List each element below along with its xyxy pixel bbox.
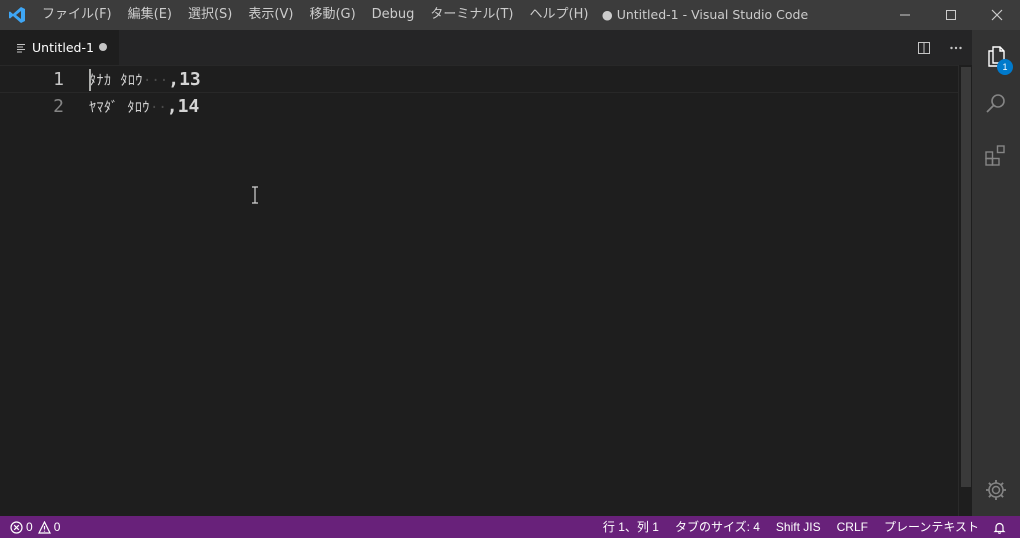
editor-actions (908, 30, 972, 65)
code-line[interactable]: 2 ﾔﾏﾀﾞ ﾀﾛｳ··,14 (0, 93, 958, 121)
warning-count: 0 (53, 520, 61, 534)
menu-selection[interactable]: 選択(S) (180, 0, 240, 30)
end-of-line[interactable]: CRLF (829, 516, 876, 538)
minimize-button[interactable] (882, 0, 928, 30)
error-icon (10, 520, 23, 534)
search-icon (986, 94, 1005, 113)
menu-terminal[interactable]: ターミナル(T) (422, 0, 521, 30)
error-count: 0 (26, 520, 33, 534)
extensions-button[interactable] (972, 131, 1020, 179)
split-editor-button[interactable] (908, 30, 940, 65)
line-trailing-text: ,13 (168, 69, 201, 90)
status-right: 行 1、列 1 タブのサイズ: 4 Shift JIS CRLF プレーンテキス… (595, 516, 1020, 538)
text-cursor (89, 69, 91, 91)
notifications-button[interactable] (987, 516, 1020, 538)
menu-bar: ファイル(F) 編集(E) 選択(S) 表示(V) 移動(G) Debug ター… (34, 0, 596, 30)
language-mode[interactable]: プレーンテキスト (876, 516, 987, 538)
menu-view[interactable]: 表示(V) (240, 0, 301, 30)
unsaved-dot-icon[interactable] (99, 43, 107, 51)
activity-bar: 1 (972, 30, 1020, 516)
line-kana-text: ﾀﾅｶ ﾀﾛｳ (89, 73, 143, 89)
menu-debug[interactable]: Debug (364, 0, 423, 30)
line-kana-text: ﾔﾏﾀﾞ ﾀﾛｳ (89, 100, 150, 116)
line-number: 2 (53, 96, 64, 117)
tab-size[interactable]: タブのサイズ: 4 (667, 516, 768, 538)
whitespace-dots: ··· (142, 73, 169, 89)
scrollbar-thumb[interactable] (961, 67, 971, 487)
line-text: ﾀﾅｶ ﾀﾛｳ···,13 (89, 66, 201, 95)
vscode-logo-icon[interactable] (0, 0, 34, 30)
explorer-button[interactable]: 1 (972, 32, 1020, 80)
explorer-badge: 1 (997, 59, 1013, 75)
tab-untitled-1[interactable]: Untitled-1 (0, 30, 119, 65)
status-bar: 0 0 行 1、列 1 タブのサイズ: 4 Shift JIS CRLF プレー… (0, 516, 1020, 538)
window-controls (882, 0, 1020, 30)
code-line[interactable]: 1 ﾀﾅｶ ﾀﾛｳ···,13 (0, 65, 958, 93)
whitespace-dots: ·· (149, 100, 167, 116)
menu-file[interactable]: ファイル(F) (34, 0, 120, 30)
ibeam-cursor-icon (252, 186, 258, 204)
line-number: 1 (53, 69, 64, 90)
extensions-icon (985, 145, 1005, 166)
encoding[interactable]: Shift JIS (768, 516, 829, 538)
close-button[interactable] (974, 0, 1020, 30)
editor-area[interactable]: 1 ﾀﾅｶ ﾀﾛｳ···,13 2 ﾔﾏﾀﾞ ﾀﾛｳ··,14 (0, 65, 958, 516)
file-lines-icon (17, 43, 25, 52)
search-button[interactable] (972, 80, 1020, 128)
tab-label: Untitled-1 (32, 40, 94, 55)
more-actions-button[interactable] (940, 30, 972, 65)
problems-indicator[interactable]: 0 0 (0, 516, 60, 538)
window-title: ● Untitled-1 - Visual Studio Code (601, 7, 809, 22)
split-editor-icon (918, 41, 930, 54)
minimize-icon (900, 14, 910, 16)
vertical-scrollbar[interactable] (958, 65, 972, 516)
gear-icon (986, 480, 1006, 500)
maximize-icon (946, 10, 956, 20)
warning-icon (37, 520, 51, 534)
manage-button[interactable] (972, 466, 1020, 514)
tab-bar: Untitled-1 (0, 30, 972, 65)
line-trailing-text: ,14 (166, 96, 200, 117)
line-text: ﾔﾏﾀﾞ ﾀﾛｳ··,14 (89, 93, 199, 122)
title-bar: ファイル(F) 編集(E) 選択(S) 表示(V) 移動(G) Debug ター… (0, 0, 1020, 30)
menu-go[interactable]: 移動(G) (301, 0, 363, 30)
ellipsis-icon (950, 46, 962, 49)
menu-edit[interactable]: 編集(E) (120, 0, 180, 30)
close-icon (991, 9, 1003, 21)
cursor-position[interactable]: 行 1、列 1 (595, 516, 667, 538)
bell-icon (993, 522, 1006, 534)
maximize-button[interactable] (928, 0, 974, 30)
